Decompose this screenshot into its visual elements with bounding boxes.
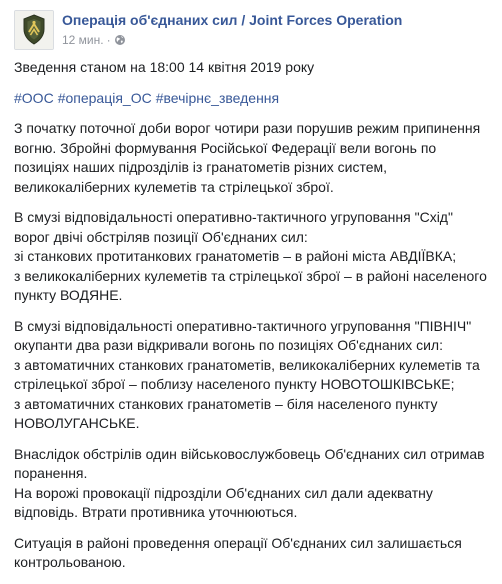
paragraph-situation: Ситуація в районі проведення операції Об… xyxy=(14,534,490,573)
text-line: На ворожі провокації підрозділи Об'єднан… xyxy=(14,484,433,501)
text-line: НОВОЛУГАНСЬКЕ. xyxy=(14,415,140,431)
hashtag-operatsiia-os[interactable]: #операція_ОС xyxy=(58,90,152,106)
hashtag-oos[interactable]: #ООС xyxy=(14,90,54,106)
text-line: В смузі відповідальності оперативно-такт… xyxy=(14,317,472,334)
paragraph-east-sector: В смузі відповідальності оперативно-такт… xyxy=(14,208,490,306)
text-line: З початку поточної доби ворог чотири раз… xyxy=(14,120,481,136)
post-timestamp[interactable]: 12 мин. xyxy=(62,33,104,47)
paragraph-casualties: Внаслідок обстрілів один військовослужбо… xyxy=(14,445,490,523)
facebook-post: Операція об'єднаних сил / Joint Forces O… xyxy=(0,0,502,570)
text-line: В смузі відповідальності оперативно-такт… xyxy=(14,209,453,225)
text-line: позиціях наших підрозділів із гранатомет… xyxy=(14,159,388,175)
globe-icon[interactable] xyxy=(114,34,126,49)
text-line: з великокаліберних кулеметів та стрілець… xyxy=(14,267,487,284)
hashtag-list: #ООС #операція_ОС #вечірнє_зведення xyxy=(14,89,490,109)
hashtag-vechirnie-zvedennia[interactable]: #вечірнє_зведення xyxy=(156,90,279,106)
text-line: пункту ВОДЯНЕ. xyxy=(14,287,123,303)
text-line: поранення. xyxy=(14,465,88,481)
post-title: Зведення станом на 18:00 14 квітня 2019 … xyxy=(14,59,315,75)
text-line: контрольованою. xyxy=(14,554,126,570)
text-line: з автоматичних станкових гранатометів, в… xyxy=(14,356,480,373)
text-line: вогню. Збройні формування Російської Фед… xyxy=(14,139,437,156)
post-body: Зведення станом на 18:00 14 квітня 2019 … xyxy=(14,58,490,584)
text-line: з автоматичних станкових гранатометів – … xyxy=(14,395,438,412)
text-line: відповідь. Втрати противника уточнюються… xyxy=(14,504,298,520)
text-line: ворог двічі обстріляв позиції Об'єднаних… xyxy=(14,228,308,245)
text-line: окупанти два рази відкривали вогонь по п… xyxy=(14,337,443,353)
page-name-link[interactable]: Операція об'єднаних сил / Joint Forces O… xyxy=(62,12,402,28)
text-line: зі станкових протитанкових гранатометів … xyxy=(14,248,457,264)
text-line: Внаслідок обстрілів один військовослужбо… xyxy=(14,445,485,462)
page-avatar[interactable] xyxy=(14,10,54,50)
paragraph-ceasefire-violations: З початку поточної доби ворог чотири раз… xyxy=(14,119,490,197)
meta-separator: · xyxy=(106,33,111,47)
text-line: Ситуація в районі проведення операції Об… xyxy=(14,534,462,551)
post-header: Операція об'єднаних сил / Joint Forces O… xyxy=(14,8,492,52)
paragraph-north-sector: В смузі відповідальності оперативно-такт… xyxy=(14,317,490,434)
text-line: великокаліберних кулеметів та стрілецько… xyxy=(14,178,334,195)
joint-forces-emblem-icon xyxy=(15,11,53,49)
text-line: стрілецької зброї – поблизу населеного п… xyxy=(14,376,455,392)
post-meta: 12 мин. · xyxy=(62,33,126,49)
